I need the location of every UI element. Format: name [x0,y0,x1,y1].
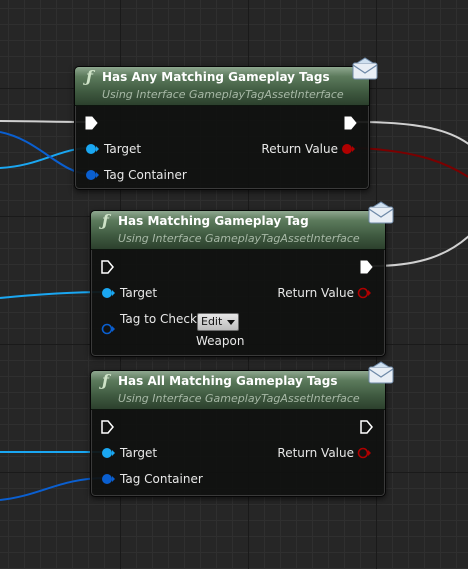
node-header[interactable]: ƒ Has Matching Gameplay Tag Using Interf… [91,211,385,250]
tag-container-label: Tag Container [104,168,187,182]
tag-container-label: Tag Container [120,472,203,486]
node-header[interactable]: ƒ Has All Matching Gameplay Tags Using I… [91,371,385,410]
return-wire-node1 [353,147,468,178]
return-value-label: Return Value [277,446,354,460]
exec-wire-node2-out [371,235,468,267]
node-title: Has Any Matching Gameplay Tags [102,70,330,84]
exec-in-pin[interactable] [84,116,98,130]
exec-in-pin[interactable] [100,260,114,274]
tag-container-pin[interactable] [85,168,99,182]
target-label: Target [120,446,158,460]
exec-in-pin[interactable] [100,420,114,434]
node-has-any-matching-gameplay-tags[interactable]: ƒ Has Any Matching Gameplay Tags Using I… [74,57,378,190]
node-header[interactable]: ƒ Has Any Matching Gameplay Tags Using I… [75,67,369,106]
node-title: Has All Matching Gameplay Tags [118,374,338,388]
message-envelope-icon [368,361,394,384]
function-icon: ƒ [102,211,109,230]
return-value-label: Return Value [261,142,338,156]
target-pin[interactable] [101,286,115,300]
node-subtitle: Using Interface GameplayTagAssetInterfac… [102,88,344,101]
exec-out-pin[interactable] [343,116,357,130]
node-subtitle: Using Interface GameplayTagAssetInterfac… [118,232,360,245]
return-value-label: Return Value [277,286,354,300]
exec-wire-node1-out [355,121,468,145]
exec-out-pin[interactable] [359,260,373,274]
target-pin[interactable] [85,142,99,156]
node-title: Has Matching Gameplay Tag [118,214,309,228]
function-icon: ƒ [86,67,93,86]
return-value-pin[interactable] [356,446,372,460]
target-pin[interactable] [101,446,115,460]
node-has-all-matching-gameplay-tags[interactable]: ƒ Has All Matching Gameplay Tags Using I… [90,361,394,497]
tag-container-pin[interactable] [101,472,115,486]
target-label: Target [104,142,142,156]
message-envelope-icon [352,57,378,80]
exec-out-pin[interactable] [359,420,373,434]
function-icon: ƒ [102,371,109,390]
tag-to-check-label: Tag to Check [120,312,197,326]
tag-to-check-pin[interactable] [101,322,115,336]
chevron-down-icon [227,320,235,325]
tag-value-label: Weapon [196,334,245,348]
tag-edit-label: Edit [201,315,223,328]
node-subtitle: Using Interface GameplayTagAssetInterfac… [118,392,360,405]
node-has-matching-gameplay-tag[interactable]: ƒ Has Matching Gameplay Tag Using Interf… [90,201,394,357]
target-label: Target [120,286,158,300]
message-envelope-icon [368,201,394,224]
return-value-pin[interactable] [340,142,356,156]
return-value-pin[interactable] [356,286,372,300]
tag-edit-dropdown[interactable]: Edit [197,313,239,331]
